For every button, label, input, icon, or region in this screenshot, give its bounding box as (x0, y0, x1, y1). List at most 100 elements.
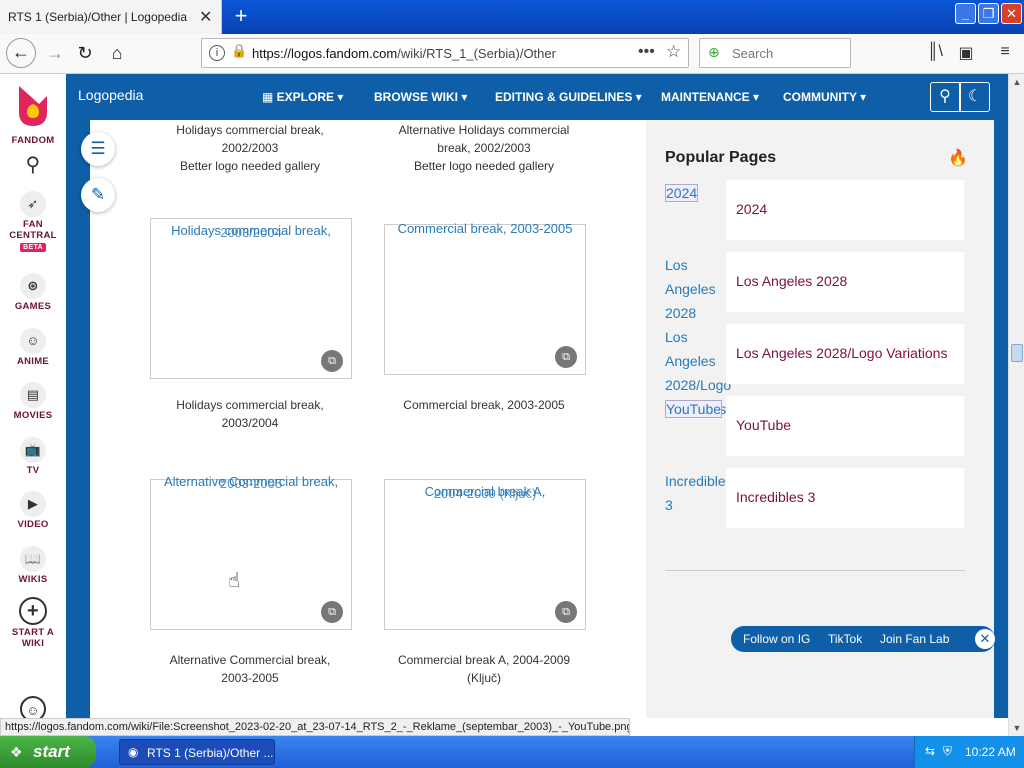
popular-page-image-alt[interactable]: 2024 (665, 181, 733, 205)
social-bar: Follow on IG TikTok Join Fan Lab ✕ (731, 626, 995, 652)
fandom-flame-icon: 🔥 (948, 150, 968, 167)
taskbar-window-button[interactable]: ◉ RTS 1 (Serbia)/Other ... (119, 739, 275, 765)
sidebar-icon[interactable]: ▣ (955, 43, 977, 65)
search-input[interactable]: ⊕ Search (699, 38, 851, 68)
popular-page-image-alt[interactable]: YouTube (665, 397, 733, 421)
start-button[interactable]: ❖ start (0, 736, 96, 768)
nav-explore[interactable]: ▦ EXPLORE ▾ (262, 90, 343, 104)
expand-icon[interactable]: ⧉ (555, 601, 577, 623)
dark-mode-moon-icon[interactable]: ☾ (960, 82, 990, 112)
rail-tv[interactable]: 📺 TV (0, 437, 66, 476)
image-alt-text: Commercial break, 2003-2005 (397, 221, 573, 236)
page-scrollbar[interactable]: ▲ ▼ (1008, 74, 1024, 736)
image-alt-text: 2004-2009 (Ključ) (433, 486, 537, 501)
back-arrow-icon[interactable]: ← (6, 38, 36, 68)
gallery-image[interactable]: Holidays commercial break, 2003/2004 ⧉ (150, 218, 352, 379)
tab-close-icon[interactable]: ✕ (199, 7, 212, 27)
gallery-image[interactable]: Commercial break, 2003-2005 ⧉ (384, 221, 586, 375)
divider (665, 570, 965, 571)
scroll-thumb[interactable] (1011, 344, 1023, 362)
search-placeholder: Search (732, 46, 774, 61)
scroll-down-arrow-icon[interactable]: ▼ (1009, 720, 1024, 736)
forward-arrow-icon[interactable]: → (40, 38, 70, 68)
reload-icon[interactable]: ↻ (70, 38, 100, 68)
gallery-image[interactable]: Alternative Commercial break, 2003-2005 … (150, 474, 352, 630)
edit-pencil-icon[interactable]: ✎ (81, 178, 115, 212)
window-minimize-button[interactable]: _ (955, 3, 976, 24)
nav-browse-wiki[interactable]: BROWSE WIKI ▾ (374, 90, 467, 104)
follow-ig-link[interactable]: Follow on IG (743, 632, 810, 646)
expand-icon[interactable]: ⧉ (321, 350, 343, 372)
window-maximize-button[interactable]: ❐ (978, 3, 999, 24)
expand-icon[interactable]: ⧉ (321, 601, 343, 623)
plus-circle-icon: + (19, 597, 47, 625)
info-icon[interactable]: i (209, 45, 225, 61)
browser-tab-strip: RTS 1 (Serbia)/Other | Logopedia | Fan ✕… (0, 0, 1024, 34)
search-icon[interactable]: ⚲ (930, 82, 960, 112)
close-icon[interactable]: ✕ (975, 629, 995, 649)
popular-page-image-alt[interactable]: Los Angeles 2028 (665, 253, 733, 325)
gallery-image[interactable]: Commercial break A, 2004-2009 (Ključ) ⧉ (384, 479, 586, 630)
image-alt-text: 2003/2004 (220, 225, 282, 240)
url-text[interactable]: https://logos.fandom.com/wiki/RTS_1_(Ser… (252, 46, 556, 61)
popular-page-item[interactable]: Los Angeles 2028/Logo Variations (726, 324, 964, 384)
rail-search[interactable]: ⚲ (0, 152, 66, 180)
bookmark-star-icon[interactable]: ☆ (666, 42, 681, 62)
rail-wikis[interactable]: 📖 WIKIS (0, 546, 66, 585)
popular-page-item[interactable]: Incredibles 3 (726, 468, 964, 528)
new-tab-button[interactable]: + (230, 3, 252, 29)
expand-icon[interactable]: ⧉ (555, 346, 577, 368)
popular-page-item[interactable]: Los Angeles 2028 (726, 252, 964, 312)
clock: 10:22 AM (965, 745, 1016, 759)
join-fan-lab-link[interactable]: Join Fan Lab (880, 632, 949, 646)
rocket-icon: ➶ (20, 191, 46, 217)
book-icon: 📖 (20, 546, 46, 572)
address-bar[interactable]: i 🔒 https://logos.fandom.com/wiki/RTS_1_… (201, 38, 689, 68)
wiki-name[interactable]: Logopedia (78, 87, 143, 103)
rail-video[interactable]: ▶ VIDEO (0, 491, 66, 530)
rail-anime[interactable]: ☺ ANIME (0, 328, 66, 367)
anime-face-icon: ☺ (20, 328, 46, 354)
rail-movies[interactable]: ▤ MOVIES (0, 382, 66, 421)
fandom-logo-icon[interactable] (15, 82, 51, 128)
hand-cursor-icon: ☝ (228, 570, 241, 592)
gallery-caption: Commercial break, 2003-2005 (403, 398, 565, 412)
popular-page-image-alt[interactable]: Incredibles 3 (665, 469, 733, 517)
search-icon: ⚲ (25, 154, 41, 176)
browser-toolbar: ← → ↻ ⌂ i 🔒 https://logos.fandom.com/wik… (0, 34, 1024, 74)
lock-icon: 🔒 (231, 43, 248, 58)
tiktok-link[interactable]: TikTok (828, 632, 862, 646)
tab-title: RTS 1 (Serbia)/Other | Logopedia | Fan (8, 10, 190, 24)
user-icon: ☺ (20, 696, 46, 718)
web-page: FANDOM ⚲ ➶ FAN CENTRAL BETA ⊛ GAMES ☺ ANI… (0, 74, 1008, 718)
gallery-caption: Holidays commercial break, 2002/2003 Bet… (176, 123, 324, 173)
window-close-button[interactable]: ✕ (1001, 3, 1022, 24)
play-icon: ▶ (20, 491, 46, 517)
beta-badge: BETA (20, 243, 46, 252)
browser-tab[interactable]: RTS 1 (Serbia)/Other | Logopedia | Fan ✕ (0, 0, 222, 34)
nav-community[interactable]: COMMUNITY ▾ (783, 90, 866, 104)
network-icon[interactable]: ⇆ (925, 744, 935, 758)
rail-account[interactable]: ☺ (0, 696, 66, 718)
rail-games[interactable]: ⊛ GAMES (0, 273, 66, 312)
library-icon[interactable]: ║\ (924, 43, 946, 65)
security-shield-icon[interactable]: ⛨ (943, 744, 952, 759)
rail-start-wiki[interactable]: + START A WIKI (0, 597, 66, 649)
home-icon[interactable]: ⌂ (102, 38, 132, 68)
nav-editing-guidelines[interactable]: EDITING & GUIDELINES ▾ (495, 90, 642, 104)
wiki-header: Logopedia ▦ EXPLORE ▾ BROWSE WIKI ▾ EDIT… (66, 74, 1008, 120)
popular-page-item[interactable]: YouTube (726, 396, 964, 456)
page-actions-icon[interactable]: ••• (638, 43, 655, 61)
search-icon: ⊕ (708, 44, 720, 60)
popular-pages-title: Popular Pages (665, 149, 777, 166)
table-of-contents-icon[interactable]: ☰ (81, 132, 115, 166)
nav-maintenance[interactable]: MAINTENANCE ▾ (661, 90, 759, 104)
popular-page-item[interactable]: 2024 (726, 180, 964, 240)
gamepad-icon: ⊛ (20, 273, 46, 299)
hamburger-menu-icon[interactable]: ≡ (994, 43, 1016, 65)
clapperboard-icon: ▤ (20, 382, 46, 408)
windows-taskbar: ❖ start ◉ RTS 1 (Serbia)/Other ... ⇆ ⛨ 1… (0, 736, 1024, 768)
scroll-up-arrow-icon[interactable]: ▲ (1009, 74, 1024, 90)
rail-fandom[interactable]: FANDOM (0, 135, 66, 146)
rail-fan-central[interactable]: ➶ FAN CENTRAL BETA (0, 191, 66, 252)
